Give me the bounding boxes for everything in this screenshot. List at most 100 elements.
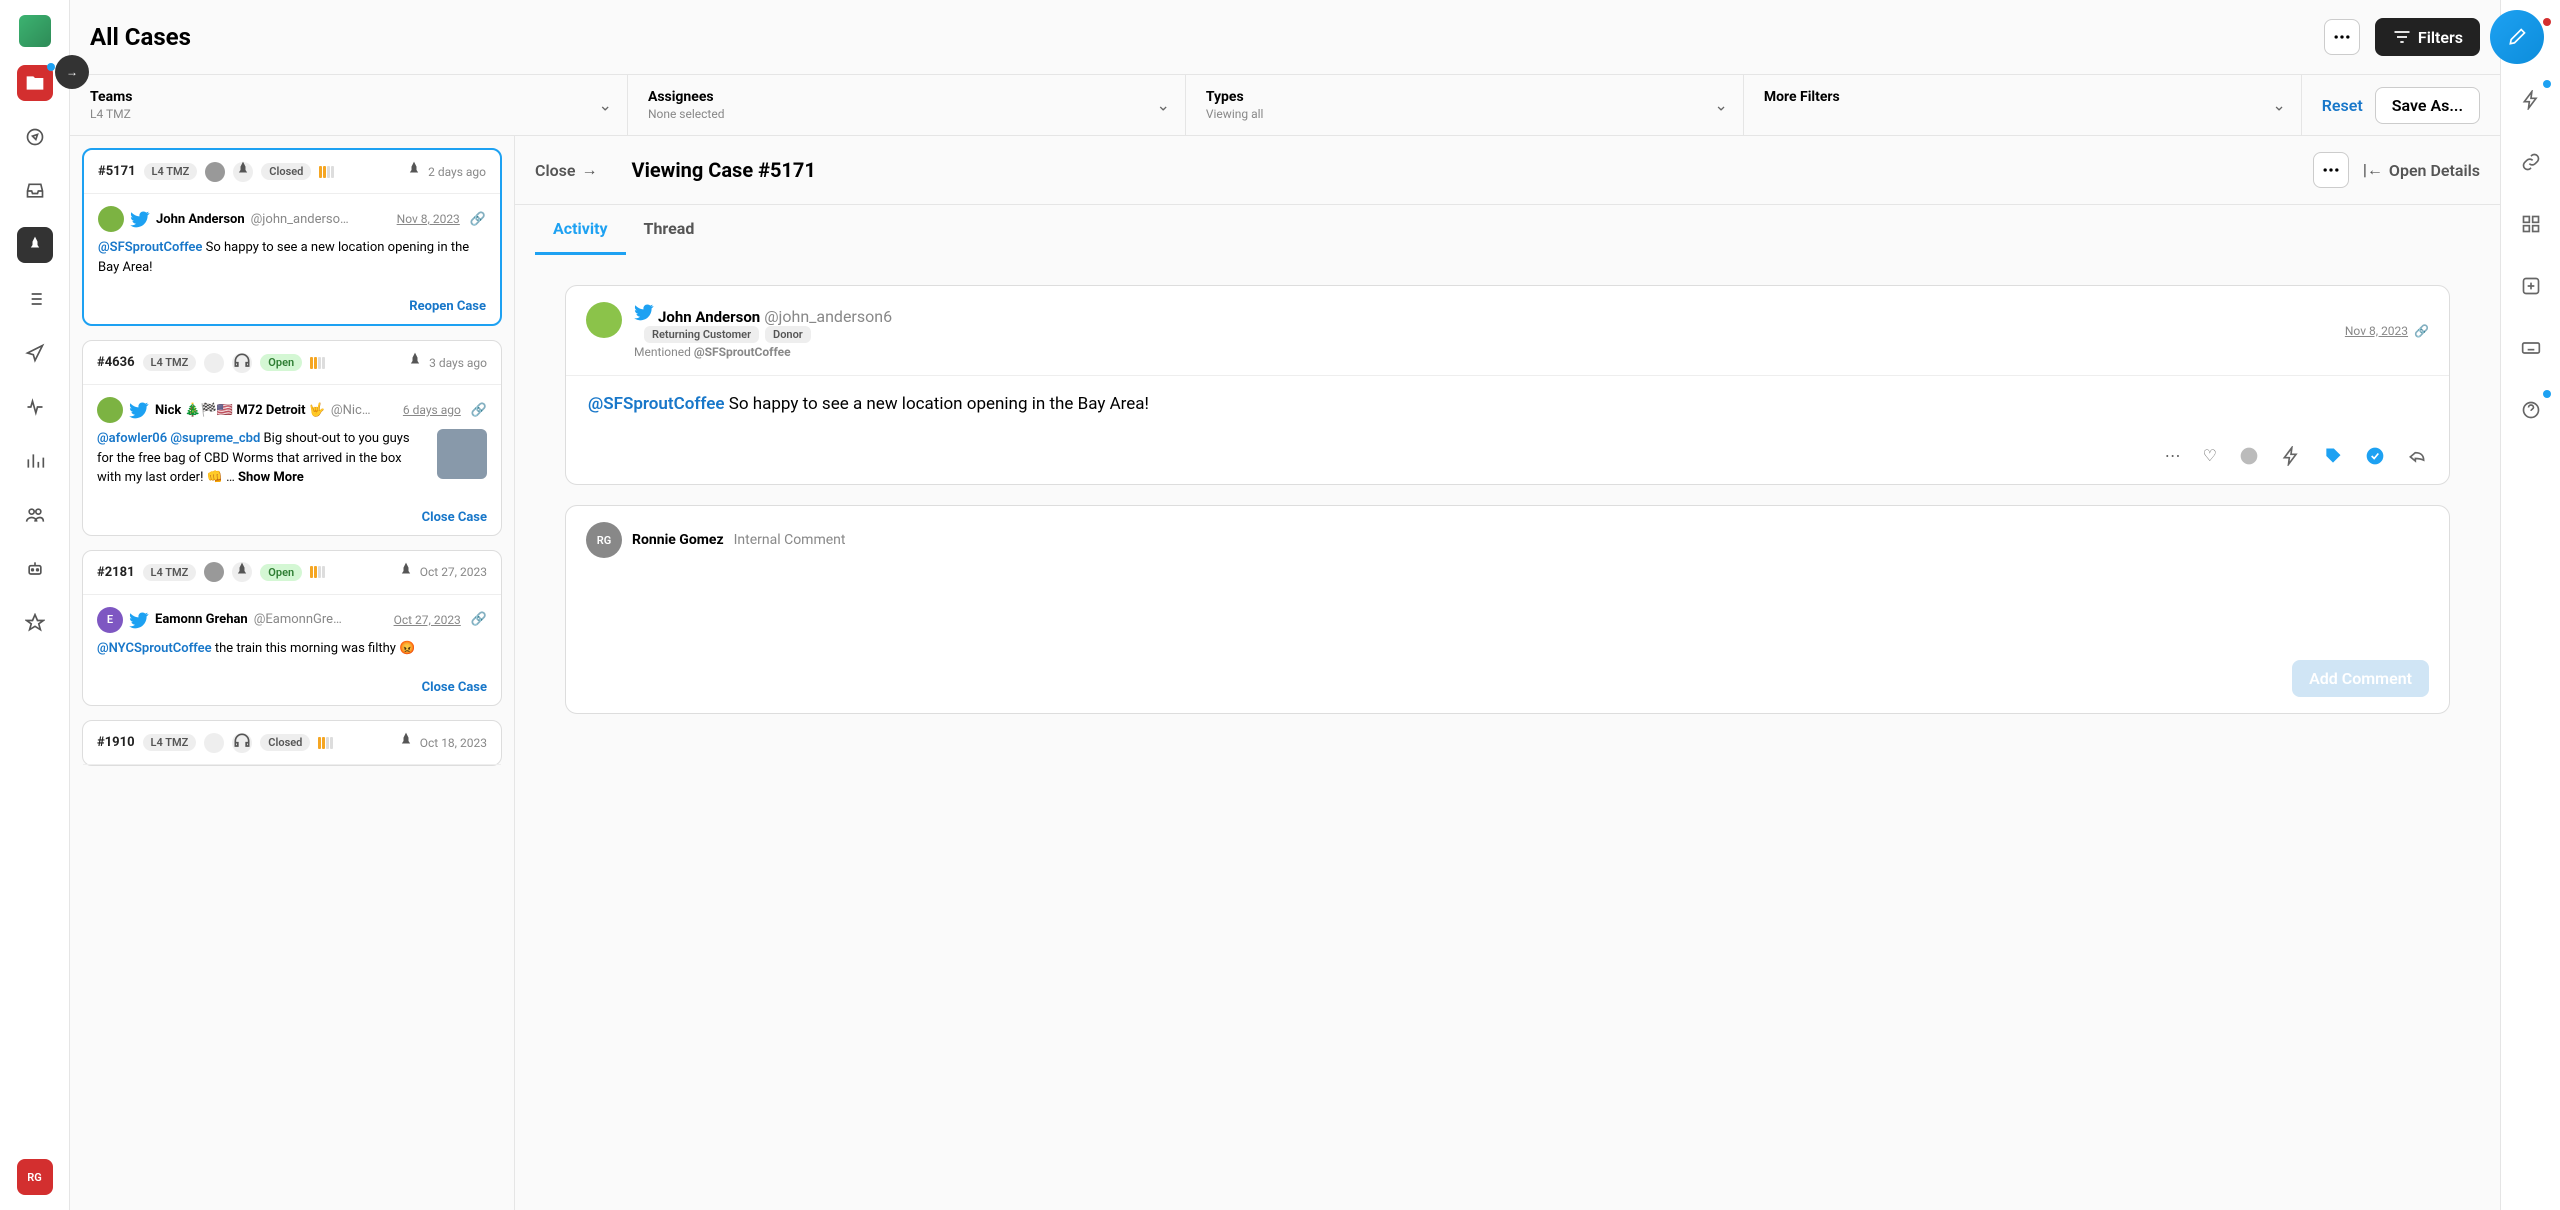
help-icon[interactable]	[2513, 392, 2549, 428]
team-tag: L4 TMZ	[144, 163, 198, 180]
case-action-link[interactable]: Reopen Case	[84, 289, 500, 324]
link-icon[interactable]: 🔗	[471, 403, 487, 418]
apps-icon[interactable]	[2513, 206, 2549, 242]
expand-sidebar-button[interactable]: →	[55, 55, 89, 89]
badge-donor: Donor	[765, 326, 811, 343]
mention-link[interactable]: @supreme_cbd	[170, 431, 260, 446]
folder-icon[interactable]	[17, 65, 53, 101]
case-card[interactable]: #5171 L4 TMZClosed 2 days ago John Ander…	[82, 148, 502, 326]
pulse-icon[interactable]	[17, 389, 53, 425]
author-avatar: E	[97, 607, 123, 633]
add-comment-button[interactable]: Add Comment	[2292, 660, 2429, 697]
more-options-button[interactable]	[2324, 19, 2360, 55]
keyboard-icon[interactable]	[2513, 330, 2549, 366]
case-time: Oct 27, 2023	[396, 561, 487, 584]
check-icon[interactable]	[2365, 446, 2385, 470]
filters-button[interactable]: Filters	[2375, 18, 2480, 56]
mention-link[interactable]: @NYCSproutCoffee	[97, 641, 212, 656]
link-icon[interactable]: 🔗	[470, 212, 486, 227]
send-icon[interactable]	[17, 335, 53, 371]
compose-button[interactable]	[2490, 10, 2544, 64]
status-tag: Closed	[260, 734, 310, 751]
post-avatar	[586, 302, 622, 338]
post-text: @SFSproutCoffee So happy to see a new lo…	[566, 375, 2449, 432]
case-card[interactable]: #2181 L4 TMZOpen Oct 27, 2023 E Eamonn G…	[82, 550, 502, 707]
twitter-icon	[634, 302, 654, 322]
author-handle: @Nic…	[331, 403, 371, 418]
add-icon[interactable]	[2513, 268, 2549, 304]
case-time: 2 days ago	[404, 160, 486, 183]
post-date: Oct 27, 2023	[394, 613, 461, 627]
show-more-link[interactable]: Show More	[238, 470, 304, 485]
mention-link[interactable]: @SFSproutCoffee	[98, 240, 202, 255]
priority-bars	[318, 737, 333, 749]
badge-returning: Returning Customer	[644, 326, 759, 343]
case-card[interactable]: #4636 L4 TMZOpen 3 days ago Nick 🎄🏁🇺🇸 M7…	[82, 340, 502, 536]
link-icon[interactable]: 🔗	[471, 612, 487, 627]
headset-badge	[232, 353, 252, 373]
chart-icon[interactable]	[17, 443, 53, 479]
arrow-left-icon: |←	[2363, 160, 2383, 180]
case-detail: Close → Viewing Case #5171 |← Open Detai…	[515, 136, 2500, 1210]
case-text: @afowler06 @supreme_cbd Big shout-out to…	[97, 429, 487, 488]
headset-badge	[232, 733, 252, 753]
filter-types[interactable]: Types Viewing all ⌄	[1186, 75, 1744, 135]
filter-teams[interactable]: Teams L4 TMZ ⌄	[70, 75, 628, 135]
post-subtitle: Mentioned @SFSproutCoffee	[634, 345, 2333, 359]
users-icon[interactable]	[17, 497, 53, 533]
pin-badge	[232, 562, 252, 582]
case-time: 3 days ago	[405, 351, 487, 374]
detail-title: Viewing Case #5171	[632, 158, 2299, 182]
mention-link[interactable]: @afowler06	[97, 431, 167, 446]
user-avatar[interactable]: RG	[17, 1159, 53, 1195]
team-tag: L4 TMZ	[143, 564, 197, 581]
list-icon[interactable]	[17, 281, 53, 317]
headset-icon	[232, 731, 252, 754]
star-icon[interactable]	[17, 605, 53, 641]
compass-icon[interactable]	[17, 119, 53, 155]
detail-more-button[interactable]	[2313, 152, 2349, 188]
filter-bar: Teams L4 TMZ ⌄ Assignees None selected ⌄…	[70, 74, 2500, 136]
link-icon[interactable]: 🔗	[2414, 324, 2429, 338]
bolt-icon[interactable]	[2513, 82, 2549, 118]
chevron-down-icon: ⌄	[2272, 96, 2285, 115]
bolt-icon[interactable]	[2281, 446, 2301, 470]
comment-textarea[interactable]	[586, 558, 2429, 648]
sentiment-icon[interactable]	[2239, 446, 2259, 470]
post-date: Nov 8, 2023	[397, 212, 460, 226]
case-time: Oct 18, 2023	[396, 731, 487, 754]
app-logo[interactable]	[19, 15, 51, 47]
pin-icon[interactable]	[17, 227, 53, 263]
chevron-down-icon: ⌄	[1156, 96, 1169, 115]
link-icon[interactable]	[2513, 144, 2549, 180]
author-avatar	[97, 397, 123, 423]
filter-assignees[interactable]: Assignees None selected ⌄	[628, 75, 1186, 135]
case-card[interactable]: #1910 L4 TMZClosed Oct 18, 2023	[82, 720, 502, 766]
tab-thread[interactable]: Thread	[626, 205, 713, 255]
case-action-link[interactable]: Close Case	[83, 670, 501, 705]
author-handle: @john_anderso…	[251, 212, 349, 227]
bot-icon[interactable]	[17, 551, 53, 587]
chevron-down-icon: ⌄	[599, 96, 612, 115]
more-icon[interactable]: ⋯	[2165, 446, 2181, 470]
author-name: Nick 🎄🏁🇺🇸 M72 Detroit 🤟	[155, 403, 325, 418]
filter-more[interactable]: More Filters ⌄	[1744, 75, 2302, 135]
open-details-button[interactable]: |← Open Details	[2363, 160, 2480, 180]
case-id: #4636	[97, 355, 135, 370]
save-as-button[interactable]: Save As...	[2375, 87, 2480, 124]
case-action-link[interactable]: Close Case	[83, 500, 501, 535]
inbox-icon[interactable]	[17, 173, 53, 209]
pin-icon	[404, 160, 424, 183]
case-id: #5171	[98, 164, 136, 179]
pin-badge	[233, 162, 253, 182]
close-detail-button[interactable]: Close →	[535, 160, 598, 180]
tab-activity[interactable]: Activity	[535, 205, 626, 255]
reply-icon[interactable]	[2407, 446, 2427, 470]
page-title: All Cases	[90, 23, 2309, 51]
reset-link[interactable]: Reset	[2322, 96, 2363, 115]
assignee-avatar	[205, 162, 225, 182]
comment-box: RG Ronnie Gomez Internal Comment Add Com…	[565, 505, 2450, 714]
tag-icon[interactable]	[2323, 446, 2343, 470]
twitter-icon	[130, 209, 150, 229]
heart-icon[interactable]: ♡	[2203, 446, 2217, 470]
